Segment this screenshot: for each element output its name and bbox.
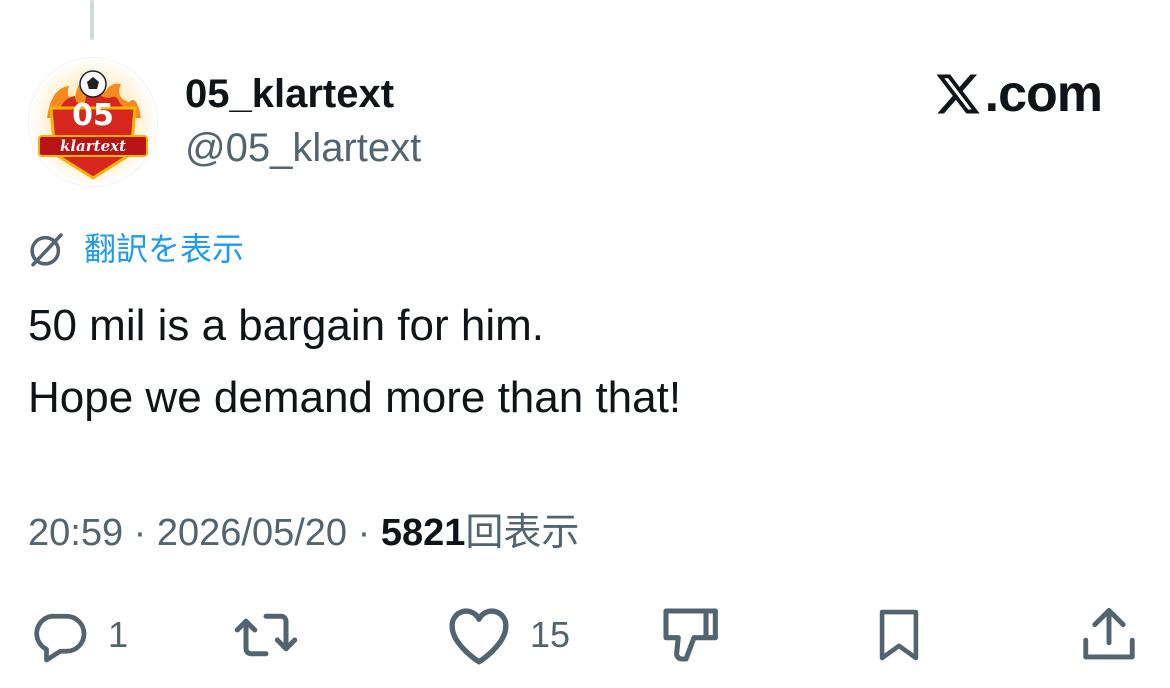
brand-logo: .com bbox=[933, 64, 1103, 124]
display-name[interactable]: 05_klartext bbox=[185, 72, 394, 116]
share-icon bbox=[1083, 608, 1135, 660]
share-button[interactable] bbox=[1078, 600, 1140, 670]
x-logo-icon bbox=[936, 74, 980, 114]
tweet-time[interactable]: 20:59 bbox=[28, 512, 123, 554]
brand-text: .com bbox=[984, 65, 1103, 123]
like-count: 15 bbox=[530, 614, 571, 655]
action-bar: 1 15 bbox=[0, 600, 1170, 670]
tweet-metadata: 20:59 · 2026/05/20 · 5821回表示 bbox=[28, 510, 579, 556]
show-translation-link[interactable]: 翻訳を表示 bbox=[26, 226, 244, 272]
retweet-button[interactable] bbox=[230, 600, 302, 670]
tweet-date[interactable]: 2026/05/20 bbox=[157, 512, 347, 554]
avatar-text-top: 05 bbox=[72, 98, 114, 133]
avatar-text-bottom: klartext bbox=[59, 137, 127, 155]
reply-count: 1 bbox=[108, 614, 129, 655]
reply-icon bbox=[34, 613, 87, 663]
reply-button[interactable]: 1 bbox=[26, 600, 128, 670]
thread-connector-line bbox=[90, 0, 94, 40]
meta-separator: · bbox=[133, 512, 147, 554]
bookmark-icon bbox=[879, 609, 919, 661]
tweet-text-line: 50 mil is a bargain for him. bbox=[28, 301, 544, 350]
globe-slash-icon bbox=[30, 233, 63, 267]
views-count: 5821 bbox=[380, 512, 466, 554]
tweet-text-line: Hope we demand more than that! bbox=[28, 373, 682, 422]
retweet-icon bbox=[234, 613, 298, 657]
dislike-button[interactable] bbox=[658, 600, 722, 670]
bookmark-button[interactable] bbox=[870, 600, 928, 670]
heart-icon bbox=[449, 608, 509, 665]
meta-separator: · bbox=[357, 512, 371, 554]
avatar[interactable]: 05 klartext bbox=[28, 57, 158, 187]
views-label: 回表示 bbox=[465, 512, 580, 554]
like-button[interactable]: 15 bbox=[444, 600, 570, 670]
user-handle[interactable]: @05_klartext bbox=[185, 126, 421, 170]
tweet-text: 50 mil is a bargain for him. Hope we dem… bbox=[28, 290, 681, 434]
thumbs-down-icon bbox=[663, 608, 718, 662]
show-translation-label: 翻訳を表示 bbox=[84, 231, 245, 267]
